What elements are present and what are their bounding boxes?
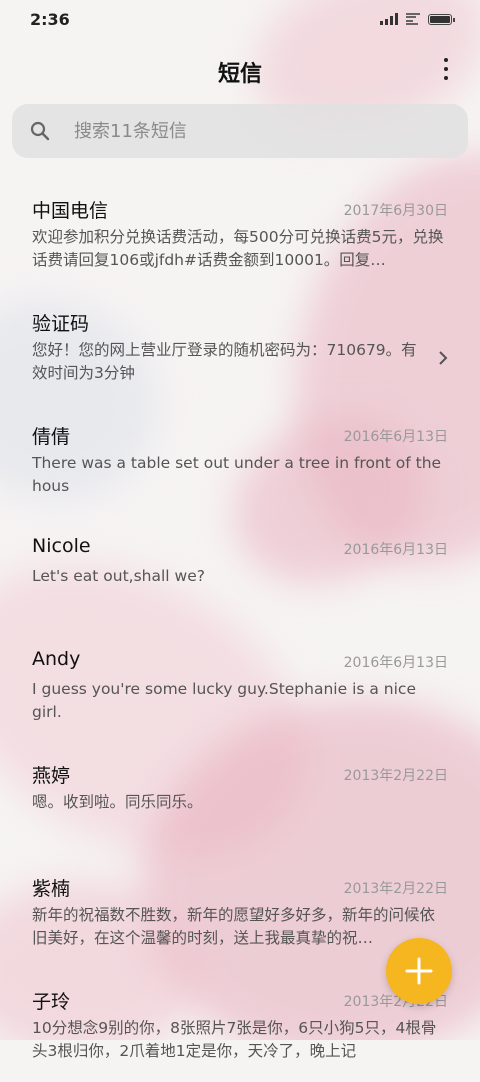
- contact-name: 燕婷: [32, 765, 71, 787]
- message-date: 2017年6月30日: [343, 203, 448, 219]
- message-preview: There was a table set out under a tree i…: [32, 454, 442, 495]
- search-icon: [30, 121, 50, 141]
- message-preview: Let's eat out,shall we?: [32, 567, 205, 585]
- contact-name: 中国电信: [32, 200, 109, 222]
- contact-name: 倩倩: [32, 426, 71, 448]
- plus-icon: [405, 957, 433, 985]
- message-date: 2016年6月13日: [343, 542, 448, 558]
- conversation-item[interactable]: 倩倩 2016年6月13日 There was a table set out …: [0, 404, 480, 517]
- contact-name: 子玲: [32, 991, 71, 1013]
- message-date: 2013年2月22日: [343, 881, 448, 897]
- page-title: 短信: [217, 62, 262, 87]
- message-date: 2016年6月13日: [343, 429, 448, 445]
- search-input[interactable]: [64, 104, 444, 158]
- message-preview: 您好！您的网上营业厅登录的随机密码为：710679。有效时间为3分钟: [32, 341, 417, 382]
- contact-name: 紫楠: [32, 878, 71, 900]
- message-preview: I guess you're some lucky guy.Stephanie …: [32, 680, 416, 721]
- signal-icon: [380, 13, 398, 25]
- contact-name: 验证码: [32, 313, 90, 335]
- message-preview: 新年的祝福数不胜数，新年的愿望好多好多，新年的问候依旧美好，在这个温馨的时刻，送…: [32, 906, 436, 947]
- conversation-item[interactable]: Nicole 2016年6月13日 Let's eat out,shall we…: [0, 517, 480, 630]
- status-time: 2:36: [30, 10, 70, 29]
- new-message-button[interactable]: [386, 938, 452, 1004]
- conversation-item[interactable]: 燕婷 2013年2月22日 嗯。收到啦。同乐同乐。: [0, 743, 480, 856]
- status-bar: 2:36: [0, 0, 480, 40]
- message-preview: 嗯。收到啦。同乐同乐。: [32, 793, 203, 811]
- network-icon: [406, 13, 420, 25]
- message-preview: 10分想念9别的你，8张照片7张是你，6只小狗5只，4根骨头3根归你，2爪着地1…: [32, 1019, 437, 1060]
- conversation-item[interactable]: 中国电信 2017年6月30日 欢迎参加积分兑换话费活动，每500分可兑换话费5…: [0, 178, 480, 291]
- contact-name: Nicole: [32, 535, 91, 557]
- battery-icon: [428, 13, 455, 25]
- contact-name: Andy: [32, 648, 81, 670]
- conversation-item[interactable]: 验证码 您好！您的网上营业厅登录的随机密码为：710679。有效时间为3分钟: [0, 291, 480, 404]
- chevron-right-icon: [439, 351, 448, 365]
- search-bar[interactable]: [12, 104, 468, 158]
- conversation-item[interactable]: Andy 2016年6月13日 I guess you're some luck…: [0, 630, 480, 743]
- message-date: 2016年6月13日: [343, 655, 448, 671]
- app-header: 短信: [0, 50, 480, 90]
- more-vertical-icon[interactable]: [434, 54, 458, 84]
- message-date: 2013年2月22日: [343, 768, 448, 784]
- message-preview: 欢迎参加积分兑换话费活动，每500分可兑换话费5元，兑换话费请回复106或jfd…: [32, 228, 444, 269]
